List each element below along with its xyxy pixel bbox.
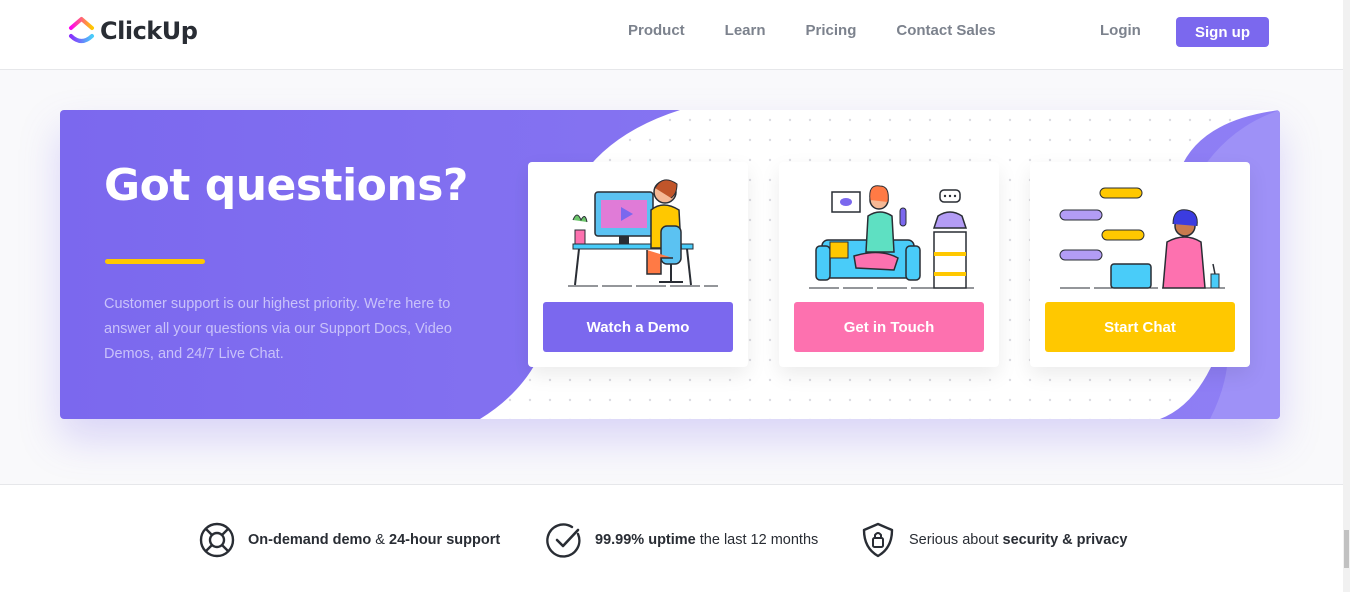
signup-button[interactable]: Sign up: [1176, 17, 1269, 47]
watch-demo-card: Watch a Demo: [528, 162, 748, 367]
feature-security-text: Serious about security & privacy: [909, 532, 1128, 548]
check-circle-icon: [546, 523, 581, 558]
nav-contact-sales[interactable]: Contact Sales: [896, 22, 995, 39]
shield-lock-icon: [862, 522, 894, 558]
page-scrollbar[interactable]: [1343, 0, 1350, 592]
features-strip: On-demand demo & 24-hour support 99.99% …: [0, 484, 1343, 592]
feature-support-text: On-demand demo & 24-hour support: [248, 532, 501, 548]
scrollbar-thumb[interactable]: [1344, 530, 1349, 568]
main-nav: Product Learn Pricing Contact Sales: [628, 22, 1036, 39]
feature-uptime-text: 99.99% uptime the last 12 months: [595, 532, 819, 548]
get-in-touch-button[interactable]: Get in Touch: [794, 302, 984, 352]
nav-product[interactable]: Product: [628, 22, 685, 39]
hero-description: Customer support is our highest priority…: [104, 296, 452, 362]
support-hero: Got questions? Customer support is our h…: [60, 110, 1280, 419]
login-link[interactable]: Login: [1100, 22, 1141, 39]
brand-name: ClickUp: [100, 17, 198, 45]
top-navbar: ClickUp Product Learn Pricing Contact Sa…: [0, 0, 1343, 70]
clickup-logo-icon: [69, 17, 94, 43]
start-chat-card: Start Chat: [1030, 162, 1250, 367]
person-at-desktop-illustration: [568, 179, 718, 287]
person-on-sofa-phone-illustration: [809, 185, 974, 289]
clickup-logo[interactable]: ClickUp: [68, 16, 198, 46]
watch-demo-button[interactable]: Watch a Demo: [543, 302, 733, 352]
feature-support: On-demand demo & 24-hour support: [199, 522, 500, 558]
lifebuoy-icon: [199, 522, 235, 558]
nav-pricing[interactable]: Pricing: [806, 22, 857, 39]
nav-learn[interactable]: Learn: [725, 22, 766, 39]
feature-security: Serious about security & privacy: [860, 522, 1127, 558]
person-chatting-laptop-illustration: [1059, 187, 1225, 289]
get-in-touch-card: Get in Touch: [779, 162, 999, 367]
title-underline: [105, 259, 205, 264]
start-chat-button[interactable]: Start Chat: [1045, 302, 1235, 352]
feature-uptime: 99.99% uptime the last 12 months: [546, 522, 818, 558]
hero-title: Got questions?: [104, 160, 468, 211]
